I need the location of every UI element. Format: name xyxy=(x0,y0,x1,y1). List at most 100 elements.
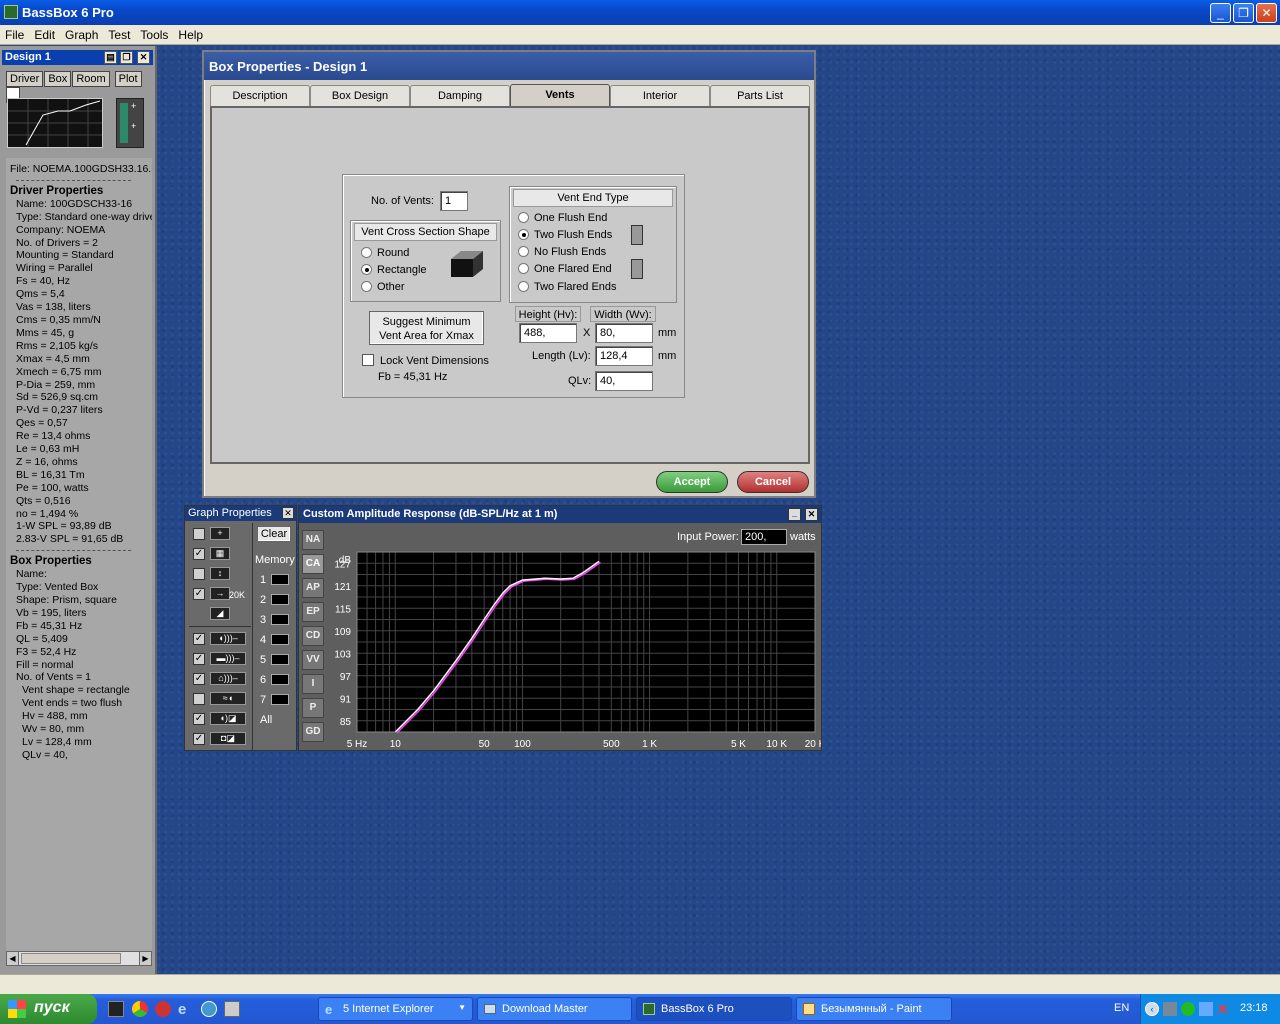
tab-parts-list[interactable]: Parts List xyxy=(710,85,810,107)
tray-expand-icon[interactable]: ‹ xyxy=(1145,1002,1159,1016)
tab-damping[interactable]: Damping xyxy=(410,85,510,107)
tab-box[interactable]: Box xyxy=(44,71,72,87)
tray-monitor-icon[interactable] xyxy=(1199,1002,1213,1016)
chrome-icon[interactable] xyxy=(132,1001,148,1017)
height-input[interactable]: 488, xyxy=(519,323,577,343)
task-bassbox[interactable]: BassBox 6 Pro xyxy=(636,997,792,1021)
check-room-response[interactable]: ✓ xyxy=(193,673,205,685)
graph-type-ep-button[interactable]: EP xyxy=(302,602,324,622)
suggest-minimum-button[interactable]: Suggest Minimum Vent Area for Xmax xyxy=(369,311,484,345)
app-title: BassBox 6 Pro xyxy=(22,5,114,20)
graph-type-i-button[interactable]: I xyxy=(302,674,324,694)
graph-type-ca-button[interactable]: CA xyxy=(302,554,324,574)
tab-plot[interactable]: Plot xyxy=(114,71,142,87)
close-icon[interactable]: ✕ xyxy=(805,508,818,521)
radio-two-flared-ends[interactable]: Two Flared Ends xyxy=(518,281,617,294)
memory-5[interactable]: 5 xyxy=(260,654,266,666)
memory-4[interactable]: 4 xyxy=(260,634,266,646)
num-vents-input[interactable]: 1 xyxy=(440,191,468,211)
task-paint[interactable]: Безымянный - Paint xyxy=(796,997,952,1021)
tool-quicklaunch-icon[interactable] xyxy=(224,1001,240,1017)
start-label: пуск xyxy=(34,999,70,1016)
graph-type-na-button[interactable]: NA xyxy=(302,530,324,550)
close-icon[interactable]: ✕ xyxy=(137,51,150,64)
memory-1-swatch[interactable] xyxy=(271,574,289,585)
menu-file[interactable]: File xyxy=(0,25,29,42)
memory-7-swatch[interactable] xyxy=(271,694,289,705)
graph-type-vv-button[interactable]: VV xyxy=(302,650,324,670)
check-driver-response[interactable]: ✓ xyxy=(193,633,205,645)
memory-5-swatch[interactable] xyxy=(271,654,289,665)
menu-edit[interactable]: Edit xyxy=(29,25,60,42)
radio-one-flared-end[interactable]: One Flared End xyxy=(518,263,612,276)
length-input[interactable]: 128,4 xyxy=(595,346,653,366)
menu-test[interactable]: Test xyxy=(103,25,135,42)
radio-other[interactable]: Other xyxy=(361,281,405,294)
menu-tools[interactable]: Tools xyxy=(135,25,173,42)
check-crossover[interactable] xyxy=(193,693,205,705)
radio-round[interactable]: Round xyxy=(361,247,409,260)
close-icon[interactable]: ✕ xyxy=(282,507,294,519)
tray-app-icon[interactable] xyxy=(1181,1002,1195,1016)
radio-no-flush-ends[interactable]: No Flush Ends xyxy=(518,246,606,259)
graph-type-gd-button[interactable]: GD xyxy=(302,722,324,742)
menu-graph[interactable]: Graph xyxy=(60,25,103,42)
restore-button[interactable]: ❐ xyxy=(1233,3,1254,23)
tray-security-icon[interactable]: ✕ xyxy=(1217,1002,1231,1016)
tab-vents[interactable]: Vents xyxy=(510,84,610,107)
property-line: 2.83-V SPL = 91,65 dB xyxy=(16,533,124,546)
memory-6[interactable]: 6 xyxy=(260,674,266,686)
close-button[interactable]: ✕ xyxy=(1256,3,1277,23)
cancel-button[interactable]: Cancel xyxy=(737,471,809,493)
task-internet-explorer[interactable]: e5 Internet Explorer ▼ xyxy=(318,997,473,1021)
tab-interior[interactable]: Interior xyxy=(610,85,710,107)
tray-network-icon[interactable] xyxy=(1163,1002,1177,1016)
minimize-icon[interactable]: _ xyxy=(788,508,801,521)
app-quicklaunch-icon[interactable] xyxy=(201,1001,217,1017)
check-crosshair[interactable] xyxy=(193,528,205,540)
input-power-input[interactable]: 200, xyxy=(741,529,787,545)
memory-3-swatch[interactable] xyxy=(271,614,289,625)
radio-two-flush-ends[interactable]: Two Flush Ends xyxy=(518,229,612,242)
radio-one-flush-end[interactable]: One Flush End xyxy=(518,212,607,225)
graph-type-cd-button[interactable]: CD xyxy=(302,626,324,646)
start-button[interactable]: пуск xyxy=(0,994,97,1024)
memory-4-swatch[interactable] xyxy=(271,634,289,645)
language-indicator[interactable]: EN xyxy=(1114,1002,1129,1014)
minimize-button[interactable]: _ xyxy=(1210,3,1231,23)
graph-type-ap-button[interactable]: AP xyxy=(302,578,324,598)
tab-box-design[interactable]: Box Design xyxy=(310,85,410,107)
check-port-response[interactable]: ✓ xyxy=(193,653,205,665)
width-input[interactable]: 80, xyxy=(595,323,653,343)
opera-icon[interactable] xyxy=(155,1001,171,1017)
memory-2[interactable]: 2 xyxy=(260,594,266,606)
check-grid[interactable]: ✓ xyxy=(193,548,205,560)
accept-button[interactable]: Accept xyxy=(656,471,728,493)
memory-all[interactable]: All xyxy=(260,714,272,726)
check-total[interactable]: ✓ xyxy=(193,733,205,745)
ie-icon[interactable]: e xyxy=(178,1001,194,1018)
lock-checkbox[interactable] xyxy=(362,354,374,366)
radio-rectangle[interactable]: Rectangle xyxy=(361,264,427,277)
memory-3[interactable]: 3 xyxy=(260,614,266,626)
lock-vent-dimensions[interactable]: Lock Vent Dimensions xyxy=(362,354,489,367)
graph-type-p-button[interactable]: P xyxy=(302,698,324,718)
check-range[interactable]: ✓ xyxy=(193,588,205,600)
quicklaunch-icon[interactable] xyxy=(108,1001,124,1017)
clear-button[interactable]: Clear xyxy=(257,526,291,542)
tab-room[interactable]: Room xyxy=(72,71,110,87)
qlv-input[interactable]: 40, xyxy=(595,371,653,391)
restore-icon[interactable]: ❐ xyxy=(120,51,133,64)
memory-2-swatch[interactable] xyxy=(271,594,289,605)
check-system[interactable]: ✓ xyxy=(193,713,205,725)
check-scale[interactable] xyxy=(193,568,205,580)
memory-1[interactable]: 1 xyxy=(260,574,266,586)
tab-description[interactable]: Description xyxy=(210,85,310,107)
memory-7[interactable]: 7 xyxy=(260,694,266,706)
save-icon[interactable]: ▤ xyxy=(104,51,117,64)
task-download-master[interactable]: Download Master xyxy=(477,997,632,1021)
memory-6-swatch[interactable] xyxy=(271,674,289,685)
horizontal-scrollbar[interactable]: ◀ ▶ xyxy=(6,951,152,966)
tab-driver[interactable]: Driver xyxy=(6,71,44,87)
menu-help[interactable]: Help xyxy=(173,25,208,42)
